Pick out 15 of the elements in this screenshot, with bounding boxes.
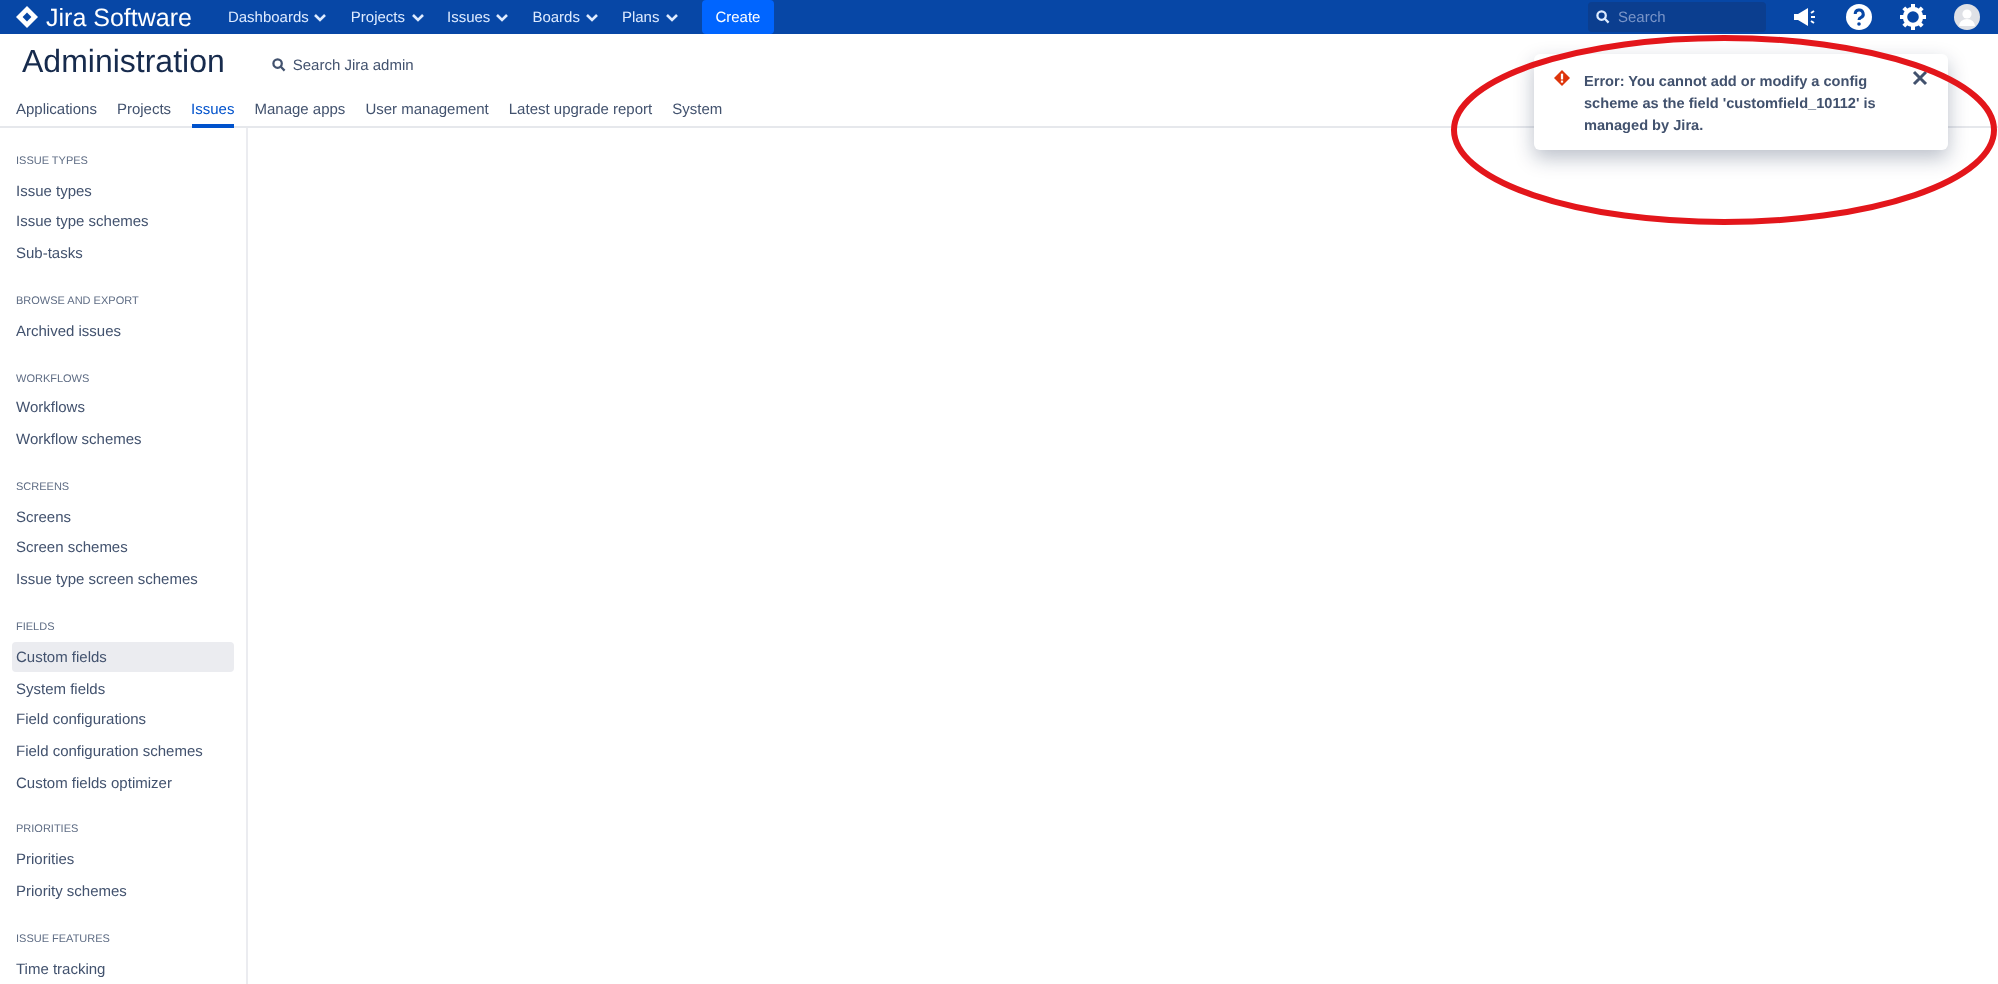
settings-icon[interactable] [1896, 1, 1928, 33]
chevron-down-icon [496, 13, 509, 21]
product-name[interactable]: Jira Software [46, 3, 192, 31]
close-icon[interactable] [1912, 70, 1930, 88]
avatar-icon[interactable] [1950, 1, 1982, 33]
search-icon [1596, 10, 1610, 24]
chevron-down-icon [585, 13, 598, 21]
diamond-logo-icon [16, 6, 38, 28]
chevron-down-icon [411, 13, 423, 21]
chevron-down-icon [314, 13, 327, 21]
help-icon[interactable] [1842, 1, 1874, 33]
search-icon [272, 57, 287, 72]
error-icon [1554, 70, 1570, 86]
chevron-down-icon [665, 13, 678, 21]
page-title: Administration [22, 46, 225, 83]
